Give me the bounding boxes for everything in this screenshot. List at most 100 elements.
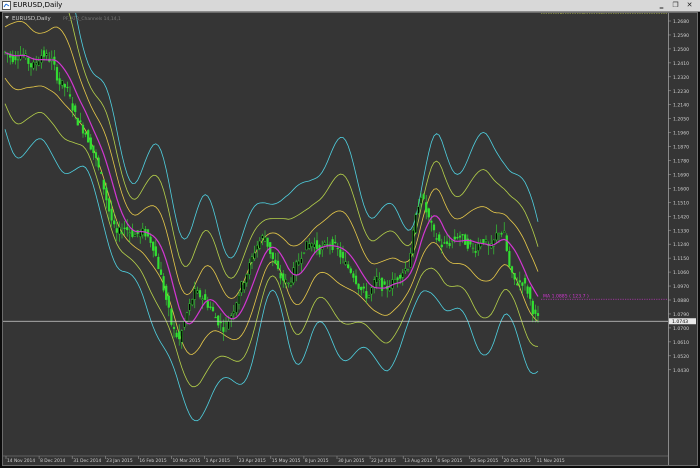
candle-body — [323, 242, 326, 245]
candle-body — [245, 274, 248, 284]
candle-body — [422, 194, 425, 199]
candle-body — [63, 83, 66, 88]
candle-body — [115, 228, 118, 233]
candle-body — [227, 321, 230, 330]
candle-body — [399, 275, 402, 279]
candle-body — [461, 234, 464, 236]
candle-body — [219, 321, 222, 324]
price-axis[interactable] — [668, 13, 697, 465]
candle-body — [84, 132, 87, 135]
candle-body — [243, 282, 246, 290]
chart-plot-area[interactable] — [3, 13, 697, 465]
candle-body — [193, 288, 196, 300]
candle-body — [412, 229, 415, 254]
candle-body — [526, 286, 529, 294]
candle-body — [425, 202, 428, 213]
candle-body — [336, 247, 339, 250]
candle-body — [149, 236, 152, 243]
atr1-dn-band — [4, 77, 539, 355]
candle-body — [375, 276, 378, 283]
candle-body — [183, 321, 186, 328]
candle-body — [74, 105, 77, 113]
candle-body — [178, 331, 181, 340]
minimize-button[interactable]: ‗ — [656, 1, 667, 10]
candle-body — [97, 157, 100, 168]
candle-body — [29, 63, 33, 68]
candle-body — [287, 282, 290, 285]
candle-body — [204, 294, 207, 300]
candle-body — [27, 57, 30, 64]
candle-body — [248, 262, 251, 275]
candle-body — [258, 240, 261, 249]
restore-button[interactable]: ❐ — [670, 1, 681, 10]
candle-body — [237, 294, 241, 305]
candle-body — [61, 80, 64, 86]
candle-body — [497, 233, 501, 236]
close-button[interactable]: ✕ — [684, 1, 695, 10]
candle-body — [380, 277, 384, 291]
candle-body — [448, 243, 451, 247]
candle-body — [315, 240, 319, 250]
price-chart[interactable]: EURUSD,Daily PF_ATR_Channels 14,14,1 1.2… — [2, 12, 698, 466]
candle-body — [445, 241, 449, 245]
candle-body — [180, 330, 183, 343]
candle-body — [222, 327, 225, 332]
candle-body — [206, 300, 209, 308]
candle-body — [409, 252, 412, 268]
chart-window: EURUSD,Daily ‗ ❐ ✕ EURUSD,Daily PF_ATR_C… — [0, 0, 700, 468]
candle-body — [263, 237, 267, 242]
candle-body — [102, 179, 105, 190]
candle-body — [250, 256, 254, 263]
candle-body — [318, 245, 321, 255]
candle-body — [55, 67, 59, 81]
candle-body — [105, 187, 108, 201]
candle-body — [427, 208, 430, 218]
candle-body — [430, 220, 433, 223]
candle-body — [240, 281, 243, 293]
candle-body — [167, 295, 170, 308]
candle-body — [89, 137, 92, 150]
candle-body — [81, 124, 85, 134]
candle-body — [276, 260, 280, 269]
chart-window-icon — [2, 1, 11, 10]
candle-body — [503, 230, 506, 233]
atr2-dn-band — [4, 103, 539, 388]
candle-body — [71, 103, 74, 111]
candle-body — [417, 206, 420, 215]
candle-body — [131, 229, 134, 237]
candle-body — [191, 299, 194, 306]
candle-body — [256, 244, 259, 250]
candle-body — [118, 227, 121, 235]
candle-body — [378, 278, 381, 281]
atr1-up-band — [4, 20, 539, 299]
candle-body — [152, 241, 155, 251]
candle-body — [14, 56, 17, 61]
candle-body — [211, 306, 215, 312]
candle-body — [518, 280, 521, 283]
window-titlebar[interactable]: EURUSD,Daily ‗ ❐ ✕ — [0, 0, 700, 12]
candle-body — [341, 251, 345, 259]
candle-body — [66, 86, 69, 89]
candle-body — [92, 145, 95, 154]
candle-body — [123, 227, 126, 229]
candle-body — [175, 332, 178, 338]
candle-body — [471, 247, 475, 250]
candle-body — [523, 277, 527, 284]
candle-body — [139, 231, 142, 238]
candle-body — [201, 298, 204, 300]
candle-body — [100, 172, 103, 174]
candle-body — [261, 235, 264, 239]
candle-body — [419, 197, 423, 204]
candle-body — [339, 249, 342, 258]
candle-body — [505, 235, 508, 251]
candle-body — [516, 283, 519, 286]
candle-body — [383, 281, 386, 285]
candle-body — [393, 279, 397, 284]
candle-body — [362, 286, 365, 289]
candle-body — [172, 326, 176, 330]
candle-body — [300, 258, 303, 264]
candle-body — [284, 279, 287, 283]
candle-body — [440, 244, 443, 248]
candle-body — [209, 306, 212, 308]
candle-body — [529, 287, 532, 299]
